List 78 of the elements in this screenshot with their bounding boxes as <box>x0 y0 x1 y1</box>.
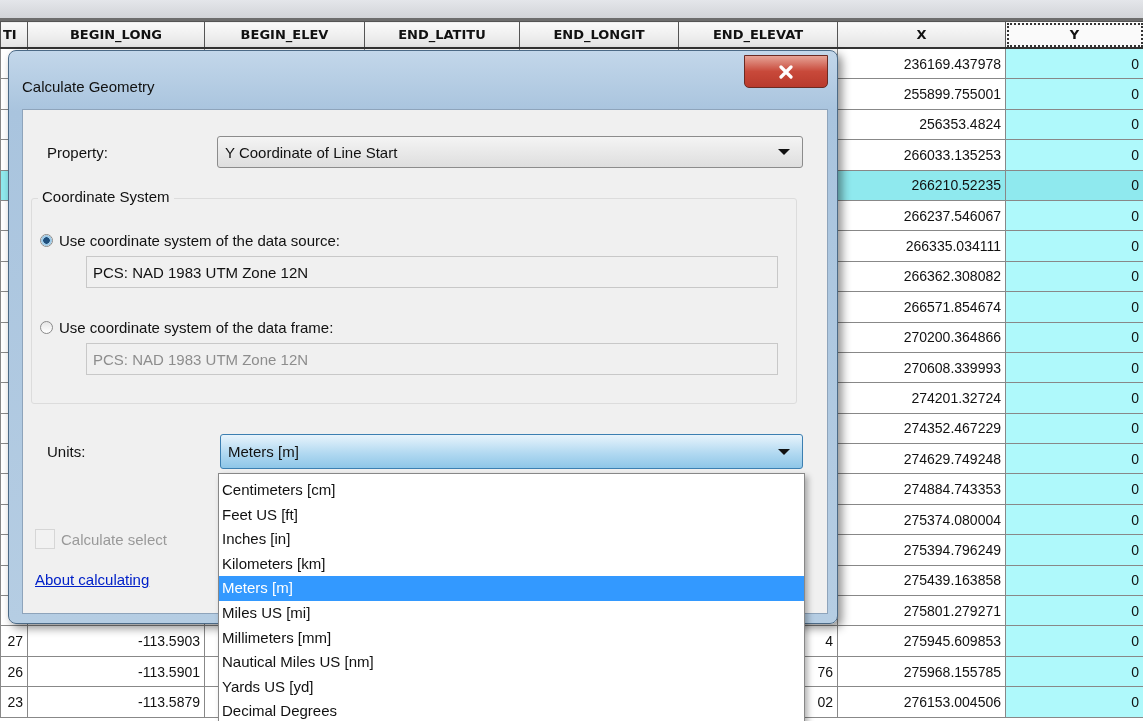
column-header[interactable]: Y <box>1005 21 1143 48</box>
column-header[interactable]: END_LONGIT <box>519 21 679 48</box>
table-cell: 0 <box>1005 261 1143 292</box>
list-item[interactable]: Kilometers [km] <box>219 551 804 577</box>
table-cell: 0 <box>1005 443 1143 474</box>
table-cell: 275439.163858 <box>837 565 1006 596</box>
table-cell: 0 <box>1005 625 1143 657</box>
table-cell: 266335.034111 <box>837 230 1006 262</box>
table-cell: -113.5879 <box>27 686 205 718</box>
dialog-title: Calculate Geometry <box>22 78 155 95</box>
column-header[interactable]: BEGIN_LONG <box>27 21 205 48</box>
table-cell: 275394.796249 <box>837 534 1006 566</box>
list-item[interactable]: Centimeters [cm] <box>219 478 804 503</box>
table-cell: 0 <box>1005 595 1143 626</box>
table-cell: 276153.004506 <box>837 686 1006 718</box>
caret-icon <box>778 448 790 455</box>
table-cell: 26 <box>0 656 28 687</box>
table-cell: 23 <box>0 686 28 718</box>
table-cell: 0 <box>1005 291 1143 322</box>
help-link[interactable]: About calculating <box>35 571 150 588</box>
table-cell: 274884.743353 <box>837 473 1006 505</box>
table-cell: 0 <box>1005 139 1143 171</box>
column-header[interactable]: END_ELEVAT <box>678 21 838 48</box>
radio-button[interactable] <box>40 320 53 334</box>
table-cell: 275374.080004 <box>837 504 1006 535</box>
table-cell: 0 <box>1005 656 1143 687</box>
column-header[interactable]: BEGIN_ELEV <box>204 21 365 48</box>
close-icon <box>778 64 794 79</box>
table-cell: 0 <box>1005 534 1143 566</box>
table-cell: 266210.52235 <box>837 170 1006 201</box>
table-cell: 266362.308082 <box>837 261 1006 292</box>
table-cell: 27 <box>0 625 28 657</box>
field-label: Property: <box>47 143 109 161</box>
table-cell: 0 <box>1005 565 1143 596</box>
column-header[interactable]: TI <box>0 21 28 48</box>
radio-label[interactable]: Use coordinate system of the data frame: <box>59 318 334 336</box>
table-cell: 0 <box>1005 230 1143 262</box>
column-header[interactable]: END_LATITU <box>364 21 520 48</box>
column-header[interactable]: X <box>837 21 1006 48</box>
list-item[interactable]: Miles US [mi] <box>219 600 804 626</box>
close-button[interactable] <box>744 55 828 88</box>
field-label: Units: <box>47 443 87 460</box>
table-cell: -113.5901 <box>27 656 205 687</box>
table-cell: 256353.4824 <box>837 109 1006 140</box>
table-cell: 0 <box>1005 504 1143 535</box>
table-cell: 0 <box>1005 170 1143 201</box>
table-cell: 274201.32724 <box>837 382 1006 414</box>
table-cell: 274352.467229 <box>837 413 1006 444</box>
table-cell: 0 <box>1005 382 1143 414</box>
table-cell: 270200.364866 <box>837 322 1006 353</box>
list-item[interactable]: Inches [in] <box>219 527 804 552</box>
table-cell: 266237.546067 <box>837 200 1006 231</box>
table-cell: 0 <box>1005 686 1143 718</box>
table-cell: 0 <box>1005 109 1143 140</box>
table-cell: 0 <box>1005 78 1143 110</box>
list-item[interactable]: Feet US [ft] <box>219 502 804 528</box>
table-cell: 275968.155785 <box>837 656 1006 687</box>
table-cell: 0 <box>1005 322 1143 353</box>
table-cell: 0 <box>1005 473 1143 505</box>
table-cell: 255899.755001 <box>837 78 1006 110</box>
dropdown-field[interactable]: Meters [m] <box>220 434 803 469</box>
table-cell: 0 <box>1005 352 1143 383</box>
radio-label[interactable]: Use coordinate system of the data source: <box>59 231 340 249</box>
radio-button[interactable] <box>40 233 53 247</box>
caret-icon <box>778 149 790 155</box>
table-cell: 0 <box>1005 48 1143 79</box>
table-cell: -113.5903 <box>27 625 205 657</box>
table-cell: 275801.279271 <box>837 595 1006 626</box>
table-cell: 270608.339993 <box>837 352 1006 383</box>
table-cell: 275945.609853 <box>837 625 1006 657</box>
dropdown-field[interactable]: Y Coordinate of Line Start <box>217 136 803 168</box>
table-cell: 236169.437978 <box>837 48 1006 79</box>
table-cell: 266033.135253 <box>837 139 1006 171</box>
table-cell: 274629.749248 <box>837 443 1006 474</box>
table-cell: 0 <box>1005 200 1143 231</box>
table-cell: 0 <box>1005 413 1143 444</box>
table-cell: 266571.854674 <box>837 291 1006 322</box>
group-title: Coordinate System <box>38 188 174 205</box>
